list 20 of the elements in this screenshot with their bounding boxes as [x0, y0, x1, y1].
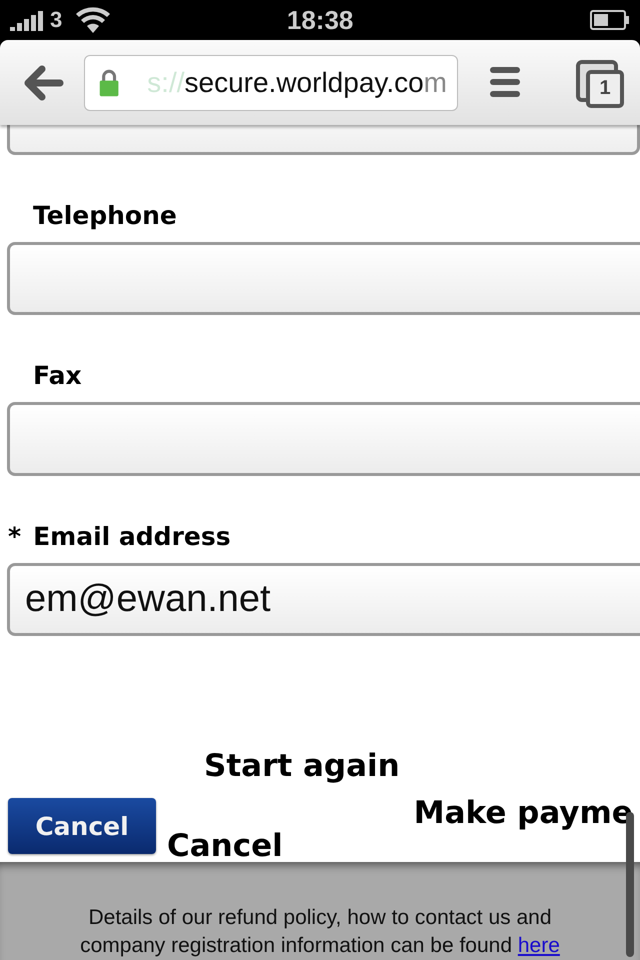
start-again-link[interactable]: Start again [204, 748, 400, 784]
battery-icon [590, 10, 630, 30]
clock-time: 18:38 [286, 4, 354, 36]
back-button[interactable] [22, 64, 64, 100]
field-label: Fax [32, 361, 82, 390]
here-link[interactable]: here [518, 934, 560, 957]
input-field[interactable] [7, 242, 640, 316]
input-field[interactable] [7, 402, 640, 476]
wifi-icon [76, 7, 110, 33]
menu-button[interactable] [490, 66, 520, 98]
cancel-link[interactable]: Cancel [167, 831, 283, 862]
input-field[interactable]: em@ewan.net [7, 562, 640, 636]
field-label: Email address [33, 522, 231, 551]
signal-icon [10, 9, 46, 31]
cancel-button[interactable]: Cancel [8, 798, 156, 854]
field-label: Telephone [32, 200, 177, 230]
refund-policy-text: Details of our refund policy, how to contact us and company registration information can be found here [79, 905, 561, 959]
required-mark: * [8, 522, 22, 551]
carrier-name: 3 [50, 7, 62, 33]
make-payment-link[interactable]: Make payme [414, 798, 633, 830]
